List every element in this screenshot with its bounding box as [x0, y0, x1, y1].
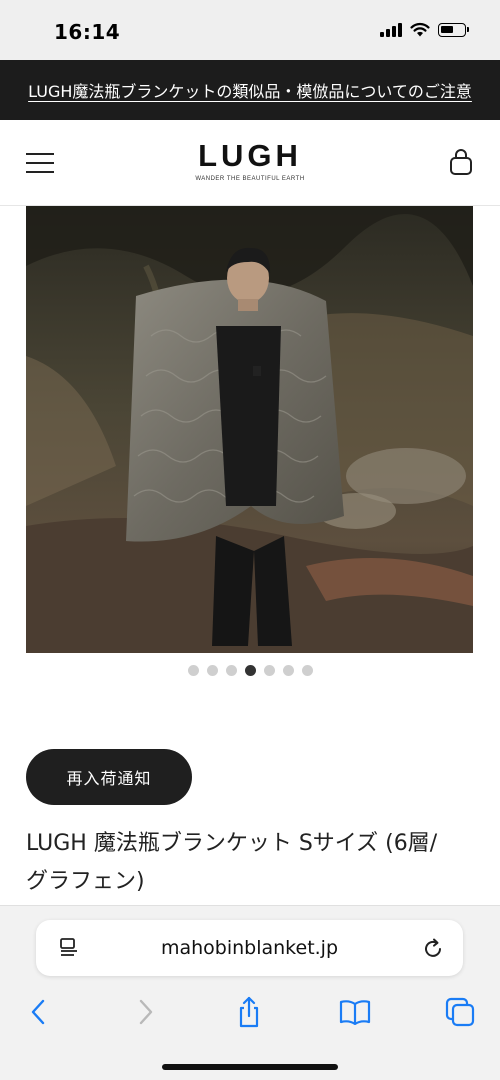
url-text[interactable]: mahobinblanket.jp — [36, 920, 463, 976]
cart-bag-icon[interactable] — [448, 148, 474, 176]
logo[interactable]: LUGH WANDER THE BEAUTIFUL EARTH — [160, 138, 340, 182]
browser-bottom-bar: mahobinblanket.jp — [0, 905, 500, 1080]
battery-icon — [438, 22, 469, 37]
logo-wordmark: LUGH — [198, 138, 302, 173]
carousel-dot[interactable] — [187, 665, 199, 676]
address-bar[interactable]: mahobinblanket.jp — [36, 920, 463, 976]
status-time: 16:14 — [54, 20, 121, 44]
carousel-dot[interactable] — [206, 665, 218, 676]
product-title-line1: LUGH 魔法瓶ブランケット Sサイズ (6層/ — [26, 831, 438, 856]
carousel-dot[interactable] — [225, 665, 237, 676]
product-photo[interactable] — [26, 206, 473, 653]
bookmarks-button[interactable] — [337, 994, 373, 1030]
restock-notify-button[interactable]: 再入荷通知 — [26, 749, 192, 805]
carousel-dot[interactable] — [263, 665, 275, 676]
carousel-dot[interactable] — [301, 665, 313, 676]
status-bar: 16:14 — [0, 0, 500, 60]
product-title: LUGH 魔法瓶ブランケット Sサイズ (6層/ グラフェン) — [26, 825, 476, 901]
carousel-dot[interactable] — [282, 665, 294, 676]
announcement-bar[interactable]: LUGH魔法瓶ブランケットの類似品・模倣品についてのご注意 — [0, 60, 500, 120]
browser-toolbar — [0, 990, 500, 1034]
home-indicator — [162, 1064, 338, 1070]
reload-icon[interactable] — [421, 936, 445, 960]
forward-button[interactable] — [128, 994, 164, 1030]
tabs-icon — [445, 997, 475, 1027]
logo-tagline: WANDER THE BEAUTIFUL EARTH — [195, 176, 305, 182]
tabs-button[interactable] — [442, 994, 478, 1030]
chevron-right-icon — [139, 999, 153, 1025]
announcement-link[interactable]: LUGH魔法瓶ブランケットの類似品・模倣品についてのご注意 — [28, 78, 472, 102]
share-button[interactable] — [231, 994, 267, 1030]
site-header: LUGH WANDER THE BEAUTIFUL EARTH — [0, 120, 500, 206]
chevron-left-icon — [31, 999, 45, 1025]
cellular-signal-icon — [380, 22, 402, 37]
back-button[interactable] — [20, 994, 56, 1030]
carousel-pagination — [0, 665, 500, 676]
wifi-icon — [410, 22, 430, 37]
status-icons — [380, 22, 469, 37]
share-icon — [239, 996, 259, 1028]
carousel-dot-active[interactable] — [244, 665, 256, 676]
hamburger-menu-icon[interactable] — [26, 153, 54, 173]
product-title-line2: グラフェン) — [26, 869, 145, 894]
book-icon — [339, 1000, 371, 1025]
